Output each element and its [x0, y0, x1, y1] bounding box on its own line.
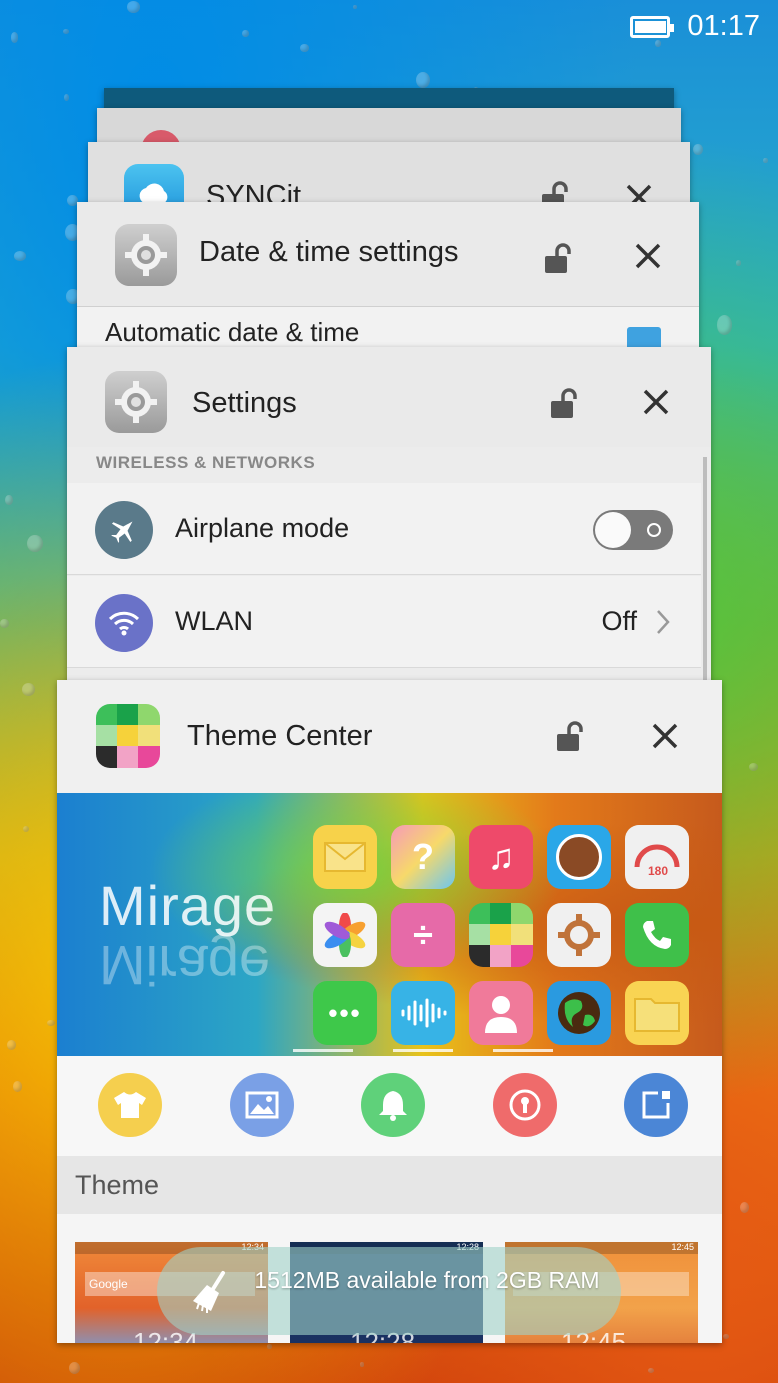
- airplane-mode-toggle[interactable]: [593, 510, 673, 550]
- recent-card-settings[interactable]: Settings WIRELESS & NETWORKS Airplane mo…: [67, 347, 711, 687]
- wlan-row[interactable]: WLAN Off: [67, 576, 701, 668]
- contacts-icon: [469, 981, 533, 1045]
- banner-title-reflection: Mirage: [99, 934, 271, 997]
- airplane-mode-label: Airplane mode: [175, 513, 350, 543]
- status-time: 01:17: [687, 10, 760, 42]
- close-icon[interactable]: [631, 239, 665, 273]
- airplane-icon: [95, 501, 153, 559]
- chevron-right-icon: [657, 610, 670, 634]
- unlock-icon[interactable]: [555, 720, 585, 752]
- speed-gauge-icon: 180: [625, 825, 689, 889]
- theme-banner[interactable]: Mirage Mirage ? ♫ 180 ÷ •••: [57, 793, 722, 1056]
- widget-icon[interactable]: [624, 1073, 688, 1137]
- page-indicator: [293, 1049, 353, 1052]
- scrollbar[interactable]: [703, 457, 707, 687]
- battery-icon: [630, 16, 674, 38]
- wifi-icon: [95, 594, 153, 652]
- memory-cleaner-button[interactable]: 1512MB available from 2GB RAM: [157, 1247, 621, 1335]
- wlan-status: Off: [601, 606, 637, 636]
- unlock-icon[interactable]: [543, 242, 573, 274]
- card-title: Settings: [192, 387, 297, 419]
- page-indicator: [393, 1049, 453, 1052]
- close-icon[interactable]: [648, 719, 682, 753]
- music-icon: ♫: [469, 825, 533, 889]
- page-indicator: [493, 1049, 553, 1052]
- theme-section-header: Theme: [57, 1156, 722, 1214]
- voice-recorder-icon: [391, 981, 455, 1045]
- thumbnail-status-time: 12:45: [671, 1242, 694, 1252]
- close-icon[interactable]: [639, 385, 673, 419]
- quick-actions-bar: [57, 1056, 722, 1156]
- help-icon: ?: [391, 825, 455, 889]
- unlock-icon[interactable]: [549, 387, 579, 419]
- auto-date-time-label: Automatic date & time: [105, 317, 360, 347]
- theme-center-icon: [469, 903, 533, 967]
- card-title: Theme Center: [187, 720, 373, 752]
- file-manager-icon: [625, 981, 689, 1045]
- broom-icon: [193, 1271, 225, 1313]
- card-title: Date & time settings: [199, 236, 459, 268]
- status-bar: 01:17: [0, 0, 778, 56]
- lockscreen-icon[interactable]: [493, 1073, 557, 1137]
- recent-card-theme-center[interactable]: Theme Center Mirage Mirage ? ♫ 180 ÷ •••…: [57, 680, 722, 1343]
- mail-icon: [313, 825, 377, 889]
- theme-center-app-icon: [96, 704, 160, 768]
- recent-card-date-time[interactable]: Date & time settings Automatic date & ti…: [77, 202, 699, 362]
- settings-gear-icon: [105, 371, 167, 433]
- settings-gear-icon: [115, 224, 177, 286]
- phone-icon: [625, 903, 689, 967]
- wlan-label: WLAN: [175, 606, 254, 636]
- messages-icon: •••: [313, 981, 377, 1045]
- ringtone-icon[interactable]: [361, 1073, 425, 1137]
- svg-text:180: 180: [648, 864, 668, 877]
- wallpaper-icon[interactable]: [230, 1073, 294, 1137]
- settings-gear-icon: [547, 903, 611, 967]
- banner-title: Mirage: [99, 874, 277, 937]
- memory-available-text: 1512MB available from 2GB RAM: [254, 1267, 600, 1293]
- airplane-mode-row[interactable]: Airplane mode: [67, 483, 701, 575]
- browser-icon: [547, 825, 611, 889]
- globe-icon: [547, 981, 611, 1045]
- theme-icon[interactable]: [98, 1073, 162, 1137]
- section-header: WIRELESS & NETWORKS: [96, 453, 316, 472]
- section-title: Theme: [75, 1170, 160, 1200]
- calculator-icon: ÷: [391, 903, 455, 967]
- photos-icon: [313, 903, 377, 967]
